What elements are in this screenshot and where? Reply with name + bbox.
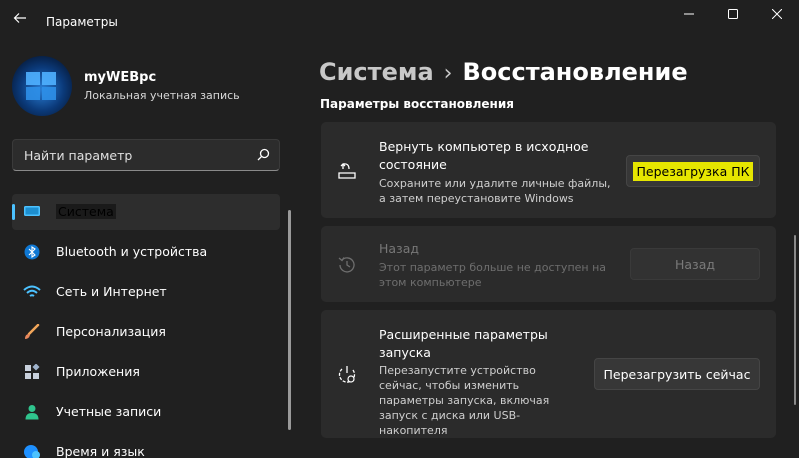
sidebar-item-label: Персонализация — [56, 324, 166, 339]
wifi-icon — [23, 285, 41, 297]
go-back-card: Назад Этот параметр больше не доступен н… — [321, 226, 776, 302]
advanced-startup-icon — [338, 366, 356, 383]
history-icon — [338, 257, 355, 273]
page-title: Восстановление — [462, 58, 688, 86]
main-scrollbar[interactable] — [794, 235, 796, 405]
avatar[interactable] — [12, 56, 72, 116]
sidebar-item-network[interactable]: Сеть и Интернет — [12, 274, 280, 310]
sidebar-item-label: Система — [56, 204, 116, 219]
restart-now-button[interactable]: Перезагрузить сейчас — [594, 358, 760, 390]
reset-pc-card: Вернуть компьютер в исходное состояние С… — [321, 122, 776, 218]
person-icon — [25, 405, 39, 420]
sidebar-item-time-language[interactable]: Время и язык — [12, 434, 280, 458]
maximize-button[interactable] — [718, 3, 748, 25]
brush-icon — [25, 324, 40, 339]
app-title: Параметры — [46, 15, 118, 29]
windows-logo-icon — [12, 56, 72, 116]
breadcrumb: Система › Восстановление — [319, 58, 688, 86]
search-box[interactable] — [12, 139, 280, 171]
card-title: Вернуть компьютер в исходное состояние — [379, 139, 589, 172]
section-title: Параметры восстановления — [320, 97, 514, 110]
globe-clock-icon — [24, 445, 40, 458]
button-label: Перезагрузить сейчас — [603, 366, 751, 382]
go-back-button[interactable]: Назад — [630, 248, 760, 280]
card-description: Перезапустите устройство сейчас, чтобы и… — [379, 364, 550, 437]
monitor-icon — [24, 206, 40, 216]
sidebar-scrollbar[interactable] — [288, 210, 291, 430]
user-name: myWEBpc — [84, 70, 157, 85]
title-bar: Параметры — [0, 0, 799, 44]
sidebar-item-label: Bluetooth и устройства — [56, 244, 208, 259]
maximize-icon — [728, 9, 738, 19]
search-icon[interactable] — [255, 147, 271, 163]
breadcrumb-separator: › — [443, 61, 453, 86]
sidebar-item-label: Приложения — [56, 364, 140, 379]
card-title: Расширенные параметры запуска — [379, 327, 548, 360]
button-label: Перезагрузка ПК — [633, 161, 753, 181]
active-indicator — [12, 204, 15, 220]
button-label: Назад — [674, 256, 715, 272]
sidebar-item-apps[interactable]: Приложения — [12, 354, 280, 390]
sidebar-item-label: Учетные записи — [56, 404, 162, 419]
minimize-icon — [684, 13, 694, 15]
reset-pc-icon — [338, 163, 356, 179]
card-title: Назад — [379, 241, 420, 256]
sidebar-item-accounts[interactable]: Учетные записи — [12, 394, 280, 430]
card-description: Этот параметр больше не доступен на этом… — [379, 261, 607, 289]
sidebar-item-label: Время и язык — [56, 444, 145, 458]
back-arrow-icon — [13, 13, 26, 23]
close-button[interactable] — [762, 3, 792, 25]
search-input[interactable] — [13, 140, 243, 170]
close-icon — [772, 9, 782, 19]
bluetooth-icon — [24, 244, 40, 260]
sidebar-item-bluetooth[interactable]: Bluetooth и устройства — [12, 234, 280, 270]
card-description: Сохраните или удалите личные файлы, а за… — [379, 177, 611, 205]
reset-pc-button[interactable]: Перезагрузка ПК — [626, 155, 760, 187]
account-type: Локальная учетная запись — [84, 89, 240, 102]
minimize-button[interactable] — [674, 3, 704, 25]
sidebar-item-personalization[interactable]: Персонализация — [12, 314, 280, 350]
sidebar-item-system[interactable]: Система — [12, 194, 280, 230]
advanced-startup-card: Расширенные параметры запуска Перезапуст… — [321, 310, 776, 438]
sidebar-item-label: Сеть и Интернет — [56, 284, 167, 299]
apps-icon — [25, 364, 40, 379]
breadcrumb-parent[interactable]: Система — [319, 58, 434, 86]
back-button[interactable] — [8, 6, 32, 30]
